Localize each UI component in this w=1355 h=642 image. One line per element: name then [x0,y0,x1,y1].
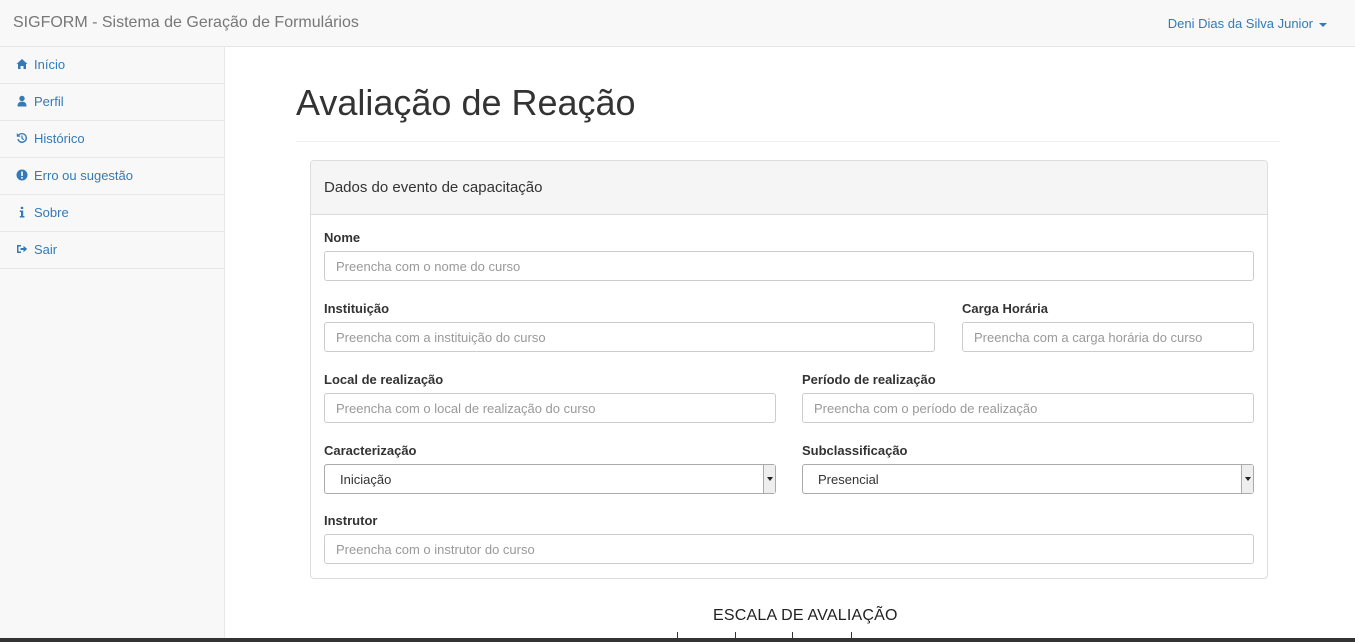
exclamation-circle-icon [16,169,28,181]
app-brand[interactable]: SIGFORM - Sistema de Geração de Formulár… [13,14,359,32]
sidebar-item-label: Perfil [34,94,64,109]
sign-out-icon [17,245,28,253]
carga-horaria-label: Carga Horária [962,301,1048,316]
history-icon [16,132,28,143]
nome-label: Nome [324,230,361,245]
info-icon [19,206,25,218]
local-input[interactable] [324,393,776,423]
sidebar-item-perfil[interactable]: Perfil [0,84,224,121]
sidebar-item-label: Erro ou sugestão [34,168,134,183]
dropdown-arrow-icon [1241,465,1253,493]
sidebar-item-label: Início [34,57,66,72]
instrutor-input[interactable] [324,534,1254,564]
instituicao-input[interactable] [324,322,935,352]
caracterizacao-label: Caracterização [324,443,417,458]
caret-down-icon [1319,22,1327,27]
sidebar-item-sobre[interactable]: Sobre [0,195,224,232]
sidebar-item-sair[interactable]: Sair [0,232,224,269]
subclassificacao-select[interactable]: Presencial [802,464,1254,494]
nome-input[interactable] [324,251,1254,281]
sidebar-item-label: Histórico [34,131,85,146]
sidebar-item-historico[interactable]: Histórico [0,121,224,158]
caracterizacao-select[interactable]: Iniciação [324,464,776,494]
user-menu[interactable]: Deni Dias da Silva Junior [1168,16,1327,31]
subclassificacao-label: Subclassificação [802,443,908,458]
home-icon [16,59,28,69]
sidebar-item-label: Sair [34,242,58,257]
carga-horaria-input[interactable] [962,322,1254,352]
subclassificacao-selected: Presencial [818,472,879,487]
dropdown-arrow-icon [763,465,775,493]
bottom-edge-bar [0,638,1355,642]
scale-title: ESCALA DE AVALIAÇÃO [713,607,898,624]
sidebar: Início Perfil Histórico Erro ou sugestão… [0,47,225,642]
local-label: Local de realização [324,372,444,387]
top-navbar: SIGFORM - Sistema de Geração de Formulár… [0,0,1355,47]
caracterizacao-selected: Iniciação [340,472,392,487]
instrutor-label: Instrutor [324,513,378,528]
event-data-panel: Dados do evento de capacitação [310,160,1268,579]
user-icon [17,95,27,107]
instituicao-label: Instituição [324,301,390,316]
sidebar-item-inicio[interactable]: Início [0,47,224,84]
sidebar-item-erro-sugestao[interactable]: Erro ou sugestão [0,158,224,195]
user-name: Deni Dias da Silva Junior [1167,16,1313,31]
sidebar-item-label: Sobre [34,205,69,220]
periodo-label: Período de realização [802,372,936,387]
page-title: Avaliação de Reação [296,82,636,123]
panel-heading: Dados do evento de capacitação [311,161,1267,215]
title-divider [296,141,1280,142]
periodo-input[interactable] [802,393,1254,423]
